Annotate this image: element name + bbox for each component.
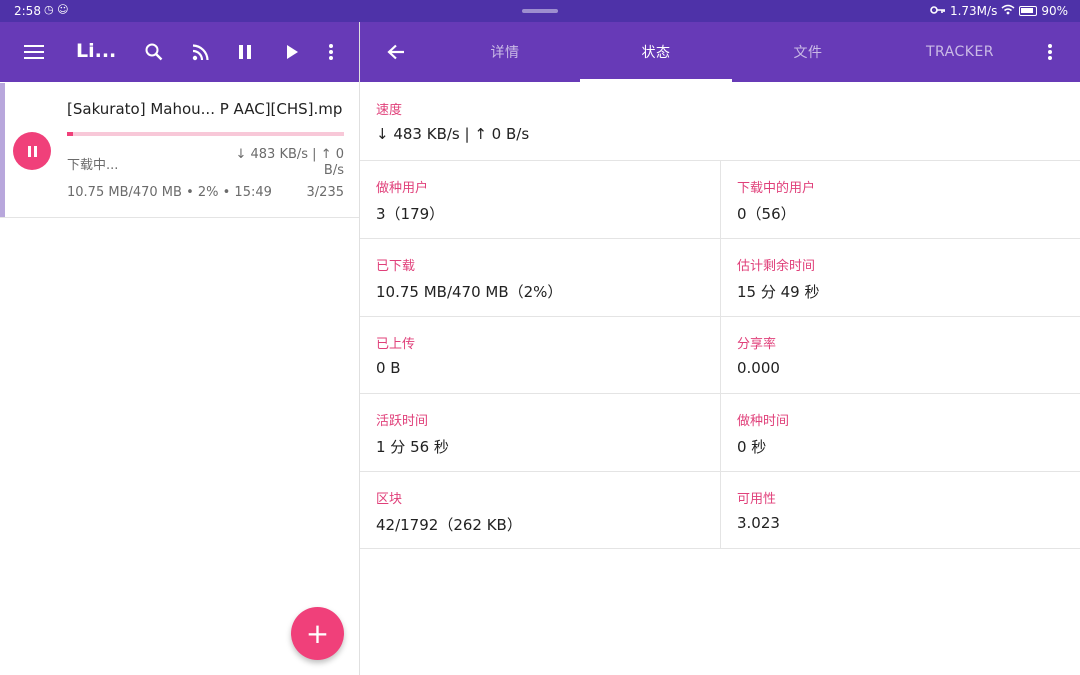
window-handle[interactable] [522, 9, 558, 13]
seeding-time-cell: 做种时间 0 秒 [720, 394, 1080, 472]
torrent-speed: ↓ 483 KB/s | ↑ 0 B/s [235, 147, 344, 178]
ratio-cell: 分享率 0.000 [720, 317, 1080, 394]
availability-cell: 可用性 3.023 [720, 472, 1080, 549]
seeders-value: 3（179） [376, 205, 445, 223]
leechers-value: 0（56） [737, 205, 796, 223]
tab-details[interactable]: 详情 [430, 22, 580, 82]
downloaded-cell: 已下载 10.75 MB/470 MB（2%） [360, 239, 720, 317]
eta-value: 15 分 49 秒 [737, 283, 820, 301]
downloaded-label: 已下载 [376, 259, 416, 274]
seeding-time-value: 0 秒 [737, 438, 767, 456]
add-torrent-button[interactable]: + [291, 607, 344, 660]
uploaded-cell: 已上传 0 B [360, 317, 720, 394]
pieces-cell: 区块 42/1792（262 KB） [360, 472, 720, 549]
leechers-cell: 下载中的用户 0（56） [720, 161, 1080, 239]
tab-status[interactable]: 状态 [580, 22, 732, 82]
tab-tracker[interactable]: TRACKER [884, 22, 1036, 82]
eta-cell: 估计剩余时间 15 分 49 秒 [720, 239, 1080, 317]
resume-all-icon[interactable] [278, 38, 306, 66]
search-icon[interactable] [140, 38, 168, 66]
battery-level: 90% [1041, 4, 1068, 18]
notification-icons: ◷ ☺ [44, 3, 69, 16]
speed-value: ↓ 483 KB/s | ↑ 0 B/s [376, 125, 530, 143]
vpn-key-icon [930, 4, 946, 18]
pause-all-icon[interactable] [231, 38, 259, 66]
availability-label: 可用性 [737, 492, 777, 507]
more-vert-icon[interactable] [1036, 38, 1064, 66]
rss-icon[interactable] [186, 38, 214, 66]
pause-torrent-button[interactable] [13, 132, 51, 170]
progress-fill [67, 132, 73, 136]
system-status-bar: 2:58 ◷ ☺ 1.73M/s 90% [0, 0, 1080, 22]
detail-toolbar: 详情 状态 文件 TRACKER [360, 22, 1080, 82]
list-toolbar: Li... [0, 22, 359, 82]
ratio-value: 0.000 [737, 359, 780, 377]
active-time-cell: 活跃时间 1 分 56 秒 [360, 394, 720, 472]
torrent-pieces: 3/235 [306, 185, 344, 200]
back-arrow-icon[interactable] [382, 38, 410, 66]
more-vert-icon[interactable] [317, 38, 345, 66]
tab-files[interactable]: 文件 [732, 22, 884, 82]
eta-label: 估计剩余时间 [737, 259, 816, 274]
wifi-icon [1001, 4, 1015, 18]
uploaded-value: 0 B [376, 359, 401, 377]
availability-value: 3.023 [737, 514, 780, 532]
pause-icon [27, 145, 31, 157]
torrent-name: [Sakurato] Mahou... P AAC][CHS].mp [67, 100, 343, 118]
speed-cell: 速度 ↓ 483 KB/s | ↑ 0 B/s [360, 83, 1080, 161]
active-time-value: 1 分 56 秒 [376, 438, 449, 456]
active-time-label: 活跃时间 [376, 414, 429, 429]
ratio-label: 分享率 [737, 337, 777, 352]
torrent-progress-bar [67, 132, 344, 136]
uploaded-label: 已上传 [376, 337, 416, 352]
pieces-label: 区块 [376, 492, 403, 507]
seeding-time-label: 做种时间 [737, 414, 790, 429]
toolbar-title: Li... [76, 40, 117, 62]
clock: 2:58 [14, 4, 41, 18]
seeders-label: 做种用户 [376, 181, 429, 196]
torrent-status: 下载中... [67, 158, 119, 173]
speed-label: 速度 [376, 103, 403, 118]
selected-indicator [0, 83, 5, 217]
menu-icon[interactable] [20, 38, 48, 66]
leechers-label: 下载中的用户 [737, 181, 816, 196]
torrent-list-item[interactable]: [Sakurato] Mahou... P AAC][CHS].mp 下载中..… [0, 83, 359, 218]
downloaded-value: 10.75 MB/470 MB（2%） [376, 283, 563, 301]
pieces-value: 42/1792（262 KB） [376, 516, 522, 534]
network-speed: 1.73M/s [949, 4, 998, 18]
seeders-cell: 做种用户 3（179） [360, 161, 720, 239]
torrent-meta: 10.75 MB/470 MB • 2% • 15:49 [67, 185, 272, 200]
battery-icon [1019, 6, 1038, 16]
